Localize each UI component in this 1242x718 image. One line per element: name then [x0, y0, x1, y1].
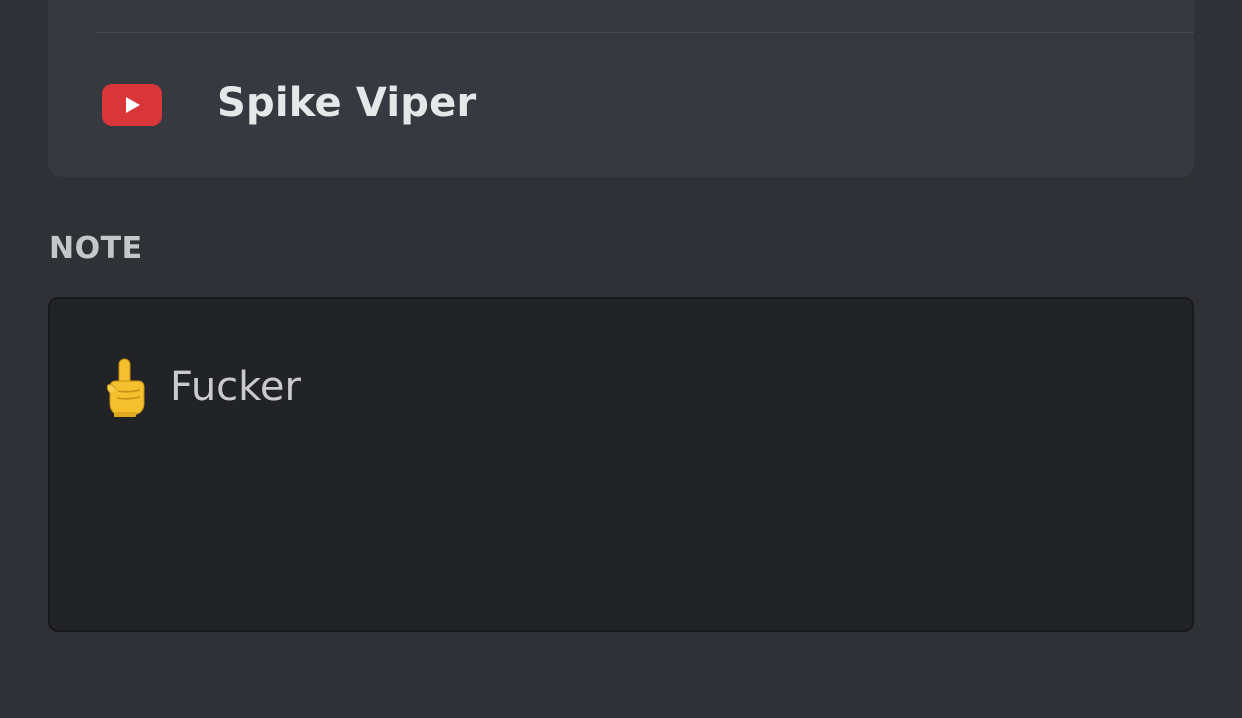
connection-item-youtube[interactable]: Spike Viper: [48, 60, 1194, 150]
youtube-icon: [102, 84, 162, 126]
note-heading: NOTE: [49, 231, 143, 266]
connections-card: Spike Viper: [48, 0, 1194, 177]
profile-page: Spike Viper NOTE Fucker: [0, 0, 1242, 718]
pointing-up-hand-icon: [104, 357, 148, 417]
note-field[interactable]: Fucker: [48, 297, 1194, 632]
note-text: Fucker: [170, 364, 301, 410]
divider: [96, 32, 1194, 33]
note-content: Fucker: [104, 357, 301, 417]
connection-name: Spike Viper: [217, 80, 477, 126]
